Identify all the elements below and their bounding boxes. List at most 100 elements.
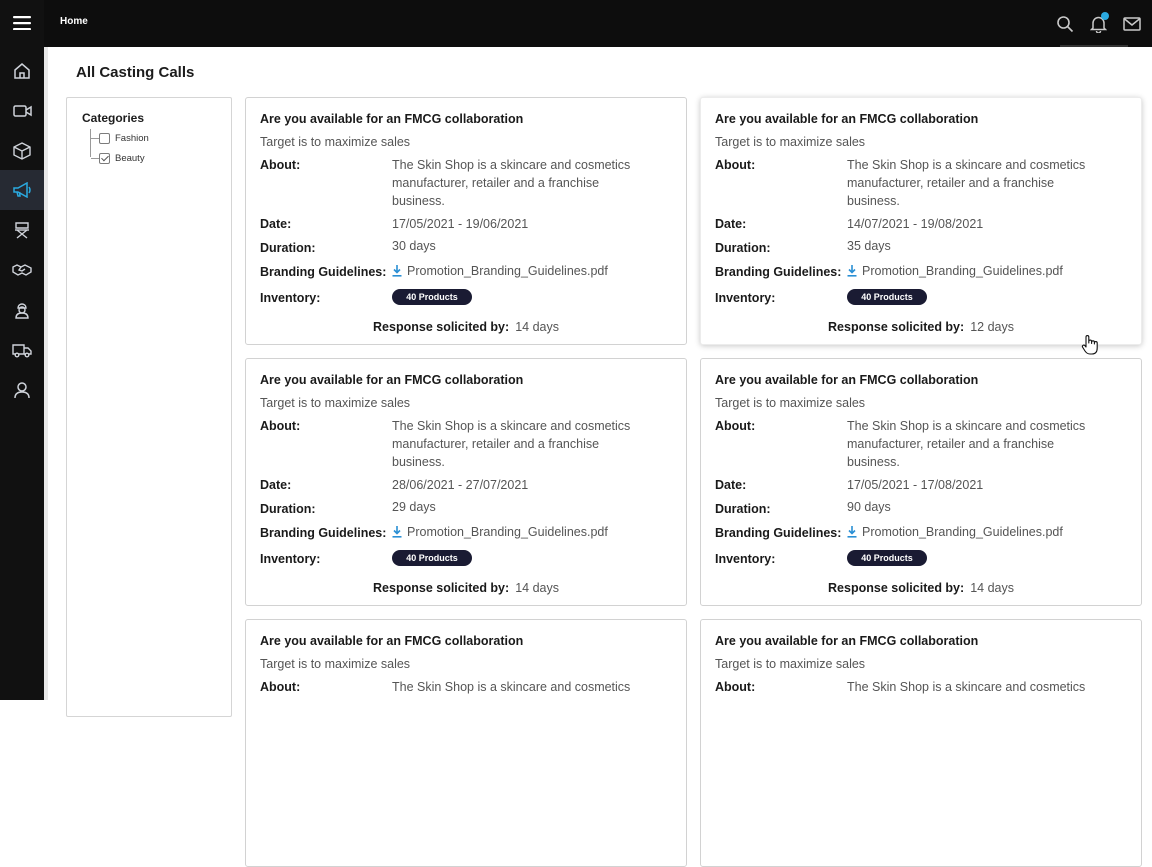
duration-value: 29 days <box>392 500 436 514</box>
messages-button[interactable] <box>1121 13 1143 35</box>
about-value: The Skin Shop is a skincare and cosmetic… <box>847 158 1086 208</box>
category-beauty[interactable]: Beauty <box>91 151 145 165</box>
casting-call-card[interactable]: Are you available for an FMCG collaborat… <box>245 358 687 606</box>
beauty-checkbox[interactable] <box>99 152 110 164</box>
inventory-label: Inventory: <box>260 552 321 566</box>
inventory-badge[interactable]: 40 Products <box>392 289 472 305</box>
date-value: 17/05/2021 - 19/06/2021 <box>392 217 529 231</box>
card-subtitle: Target is to maximize sales <box>715 657 866 671</box>
response-row: Response solicited by: 14 days <box>701 581 1141 595</box>
content-edge <box>44 47 48 700</box>
search-button[interactable] <box>1054 13 1076 35</box>
video-icon <box>12 105 32 117</box>
sidebar-item-workers[interactable] <box>0 290 44 330</box>
card-title: Are you available for an FMCG collaborat… <box>715 634 979 648</box>
response-label: Response solicited by: <box>373 581 510 595</box>
hamburger-menu-icon <box>13 16 31 30</box>
box-icon <box>13 142 31 160</box>
branding-file-link[interactable]: Promotion_Branding_Guidelines.pdf <box>392 523 608 541</box>
sidebar-item-home[interactable] <box>0 51 44 91</box>
response-value: 12 days <box>970 320 1014 334</box>
branding-file-link[interactable]: Promotion_Branding_Guidelines.pdf <box>847 523 1063 541</box>
branding-label: Branding Guidelines: <box>715 526 842 540</box>
casting-call-card[interactable]: Are you available for an FMCG collaborat… <box>700 358 1142 606</box>
sidebar-item-products[interactable] <box>0 131 44 171</box>
home-icon <box>14 63 30 79</box>
card-title: Are you available for an FMCG collaborat… <box>715 373 979 387</box>
sidebar-item-shipping[interactable] <box>0 330 44 370</box>
inventory-badge[interactable]: 40 Products <box>392 550 472 566</box>
duration-label: Duration: <box>715 241 771 255</box>
date-label: Date: <box>715 478 747 492</box>
file-name: Promotion_Branding_Guidelines.pdf <box>862 525 1063 539</box>
card-title: Are you available for an FMCG collaborat… <box>715 112 979 126</box>
inventory-badge[interactable]: 40 Products <box>847 550 927 566</box>
branding-file-link[interactable]: Promotion_Branding_Guidelines.pdf <box>392 262 608 280</box>
megaphone-icon <box>12 182 31 198</box>
sidebar-item-video[interactable] <box>0 91 44 131</box>
card-subtitle: Target is to maximize sales <box>715 396 866 410</box>
response-row: Response solicited by: 12 days <box>701 320 1141 334</box>
inventory-label: Inventory: <box>715 552 776 566</box>
breadcrumb[interactable]: Home <box>60 16 88 27</box>
about-value: The Skin Shop is a skincare and cosmetic… <box>392 419 631 469</box>
card-subtitle: Target is to maximize sales <box>715 135 866 149</box>
about-value: The Skin Shop is a skincare and cosmetic… <box>847 419 1086 469</box>
header-underline <box>1060 45 1128 47</box>
about-label: About: <box>260 158 301 172</box>
menu-button[interactable] <box>0 3 44 43</box>
file-name: Promotion_Branding_Guidelines.pdf <box>407 264 608 278</box>
casting-call-card[interactable]: Are you available for an FMCG collaborat… <box>245 619 687 867</box>
branding-label: Branding Guidelines: <box>260 526 387 540</box>
inventory-label: Inventory: <box>715 291 776 305</box>
sidebar-item-director[interactable] <box>0 210 44 250</box>
branding-file-link[interactable]: Promotion_Branding_Guidelines.pdf <box>847 262 1063 280</box>
casting-call-card[interactable]: Are you available for an FMCG collaborat… <box>245 97 687 345</box>
about-value: The Skin Shop is a skincare and cosmetic… <box>392 680 631 694</box>
duration-value: 35 days <box>847 239 891 253</box>
card-subtitle: Target is to maximize sales <box>260 657 411 671</box>
inventory-badge[interactable]: 40 Products <box>847 289 927 305</box>
download-icon <box>847 265 857 277</box>
about-value: The Skin Shop is a skincare and cosmetic… <box>847 680 1086 694</box>
category-fashion[interactable]: Fashion <box>91 131 149 145</box>
director-chair-icon <box>15 222 29 239</box>
top-bar: Home <box>44 0 1152 47</box>
duration-value: 90 days <box>847 500 891 514</box>
inventory-label: Inventory: <box>260 291 321 305</box>
duration-label: Duration: <box>715 502 771 516</box>
casting-call-card[interactable]: Are you available for an FMCG collaborat… <box>700 97 1142 345</box>
branding-label: Branding Guidelines: <box>260 265 387 279</box>
mail-icon <box>1123 17 1141 31</box>
categories-panel: Categories Fashion Beauty <box>66 97 232 717</box>
response-value: 14 days <box>515 581 559 595</box>
sidebar-item-profile[interactable] <box>0 370 44 410</box>
handshake-icon <box>12 264 32 276</box>
sidebar-item-collaborations[interactable] <box>0 250 44 290</box>
card-title: Are you available for an FMCG collaborat… <box>260 634 524 648</box>
date-value: 17/05/2021 - 17/08/2021 <box>847 478 984 492</box>
response-row: Response solicited by: 14 days <box>246 320 686 334</box>
date-label: Date: <box>260 478 292 492</box>
truck-icon <box>12 344 32 358</box>
response-row: Response solicited by: 14 days <box>246 581 686 595</box>
about-label: About: <box>260 680 301 694</box>
casting-call-card[interactable]: Are you available for an FMCG collaborat… <box>700 619 1142 867</box>
card-subtitle: Target is to maximize sales <box>260 135 411 149</box>
search-icon <box>1057 16 1074 33</box>
duration-label: Duration: <box>260 241 316 255</box>
fashion-checkbox[interactable] <box>99 132 110 144</box>
response-value: 14 days <box>515 320 559 334</box>
sidebar-item-casting-calls[interactable] <box>0 170 44 210</box>
response-label: Response solicited by: <box>828 581 965 595</box>
about-label: About: <box>715 158 756 172</box>
date-label: Date: <box>715 217 747 231</box>
file-name: Promotion_Branding_Guidelines.pdf <box>862 264 1063 278</box>
card-title: Are you available for an FMCG collaborat… <box>260 373 524 387</box>
hand-cursor-icon <box>1081 335 1098 355</box>
sidebar <box>0 0 44 700</box>
worker-icon <box>15 303 29 319</box>
about-label: About: <box>715 419 756 433</box>
about-label: About: <box>715 680 756 694</box>
notifications-button[interactable] <box>1087 12 1109 35</box>
